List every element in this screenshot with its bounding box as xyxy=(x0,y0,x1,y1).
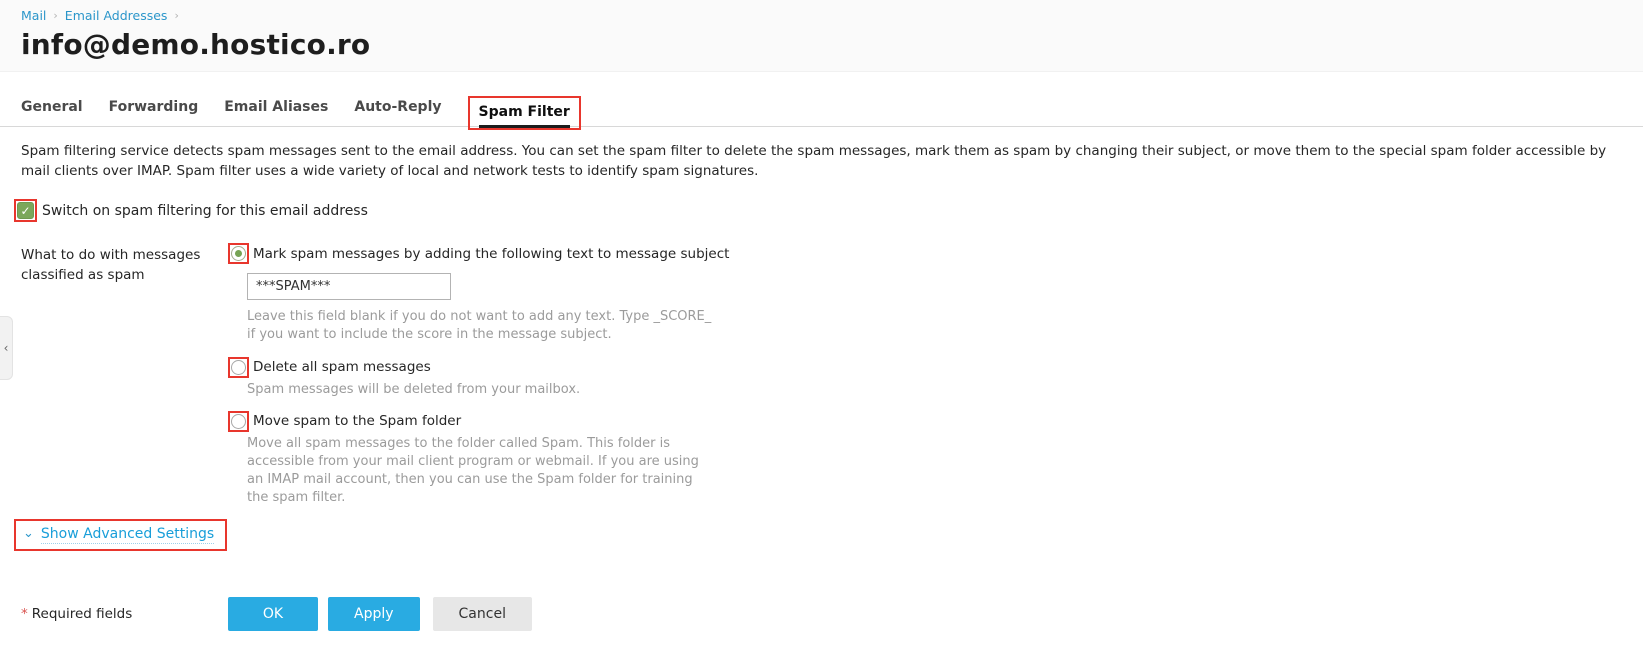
required-fields-label: Required fields xyxy=(31,606,133,623)
tab-bar: General Forwarding Email Aliases Auto-Re… xyxy=(0,95,1643,130)
tab-email-aliases[interactable]: Email Aliases xyxy=(224,99,328,126)
spam-filter-description: Spam filtering service detects spam mess… xyxy=(21,143,1607,179)
classification-label: What to do with messages classified as s… xyxy=(21,247,201,284)
radio-move-to-spam-folder[interactable] xyxy=(231,413,246,429)
tab-general[interactable]: General xyxy=(21,99,83,126)
breadcrumb-separator-icon: › xyxy=(174,8,179,22)
option-move-spam-head: Move spam to the Spam folder xyxy=(228,410,1622,432)
show-advanced-settings-link[interactable]: ⌄ Show Advanced Settings xyxy=(23,525,215,545)
mark-spam-help-text: Leave this field blank if you do not wan… xyxy=(247,309,712,343)
annotation-box-radio-delete xyxy=(228,356,249,378)
cancel-button[interactable]: Cancel xyxy=(432,597,532,632)
breadcrumb: Mail › Email Addresses › xyxy=(21,6,1622,24)
spam-subject-text-input[interactable] xyxy=(247,273,451,301)
breadcrumb-separator-icon: › xyxy=(53,8,58,22)
tab-forwarding[interactable]: Forwarding xyxy=(109,99,199,126)
form-footer: * Required fields OK Apply Cancel xyxy=(0,597,1643,632)
sidebar-collapse-handle[interactable]: ‹ xyxy=(0,316,13,380)
page-header: Mail › Email Addresses › info@demo.hosti… xyxy=(0,0,1643,72)
tab-auto-reply[interactable]: Auto-Reply xyxy=(354,99,441,126)
spam-switch-checkbox[interactable]: ✓ xyxy=(17,202,34,220)
ok-button[interactable]: OK xyxy=(228,597,318,632)
spam-switch-row: ✓ Switch on spam filtering for this emai… xyxy=(14,199,1622,223)
delete-spam-help-text: Spam messages will be deleted from your … xyxy=(247,381,581,397)
spam-switch-label[interactable]: Switch on spam filtering for this email … xyxy=(42,203,368,219)
apply-button[interactable]: Apply xyxy=(328,597,420,632)
required-fields-note: * Required fields xyxy=(21,606,228,622)
radio-move-to-spam-folder-label[interactable]: Move spam to the Spam folder xyxy=(253,413,461,429)
radio-delete-spam-label[interactable]: Delete all spam messages xyxy=(253,359,431,375)
classification-options: Mark spam messages by adding the followi… xyxy=(228,243,1622,507)
show-advanced-settings-label: Show Advanced Settings xyxy=(40,526,215,545)
action-buttons: OK Apply Cancel xyxy=(228,597,532,632)
page: Mail › Email Addresses › info@demo.hosti… xyxy=(0,0,1643,632)
annotation-box-radio-mark xyxy=(228,243,249,265)
option-mark-spam-head: Mark spam messages by adding the followi… xyxy=(228,243,1622,265)
annotation-box-spam-switch: ✓ xyxy=(14,199,37,223)
option-delete-spam: Delete all spam messages Spam messages w… xyxy=(228,356,1622,399)
required-asterisk: * xyxy=(21,606,28,623)
check-icon: ✓ xyxy=(20,203,31,218)
advanced-settings-section: ⌄ Show Advanced Settings xyxy=(14,519,1643,552)
radio-mark-subject-label[interactable]: Mark spam messages by adding the followi… xyxy=(253,246,729,262)
breadcrumb-link-email-addresses[interactable]: Email Addresses xyxy=(65,8,168,23)
annotation-box-radio-move xyxy=(228,410,249,432)
tab-spam-filter[interactable]: Spam Filter xyxy=(479,104,570,128)
page-title: info@demo.hostico.ro xyxy=(21,28,371,61)
chevron-left-icon: ‹ xyxy=(3,341,9,355)
classification-form-row: What to do with messages classified as s… xyxy=(0,243,1643,507)
annotation-box-spam-filter-tab: Spam Filter xyxy=(467,96,581,130)
chevron-down-icon: ⌄ xyxy=(23,525,34,541)
option-mark-spam: Mark spam messages by adding the followi… xyxy=(228,243,1622,344)
radio-mark-subject[interactable] xyxy=(231,246,246,262)
radio-delete-spam[interactable] xyxy=(231,359,246,375)
move-spam-help-text: Move all spam messages to the folder cal… xyxy=(247,435,699,506)
breadcrumb-link-mail[interactable]: Mail xyxy=(21,8,46,23)
option-delete-spam-head: Delete all spam messages xyxy=(228,356,1622,378)
option-move-spam: Move spam to the Spam folder Move all sp… xyxy=(228,410,1622,508)
annotation-box-advanced-link: ⌄ Show Advanced Settings xyxy=(14,519,228,552)
